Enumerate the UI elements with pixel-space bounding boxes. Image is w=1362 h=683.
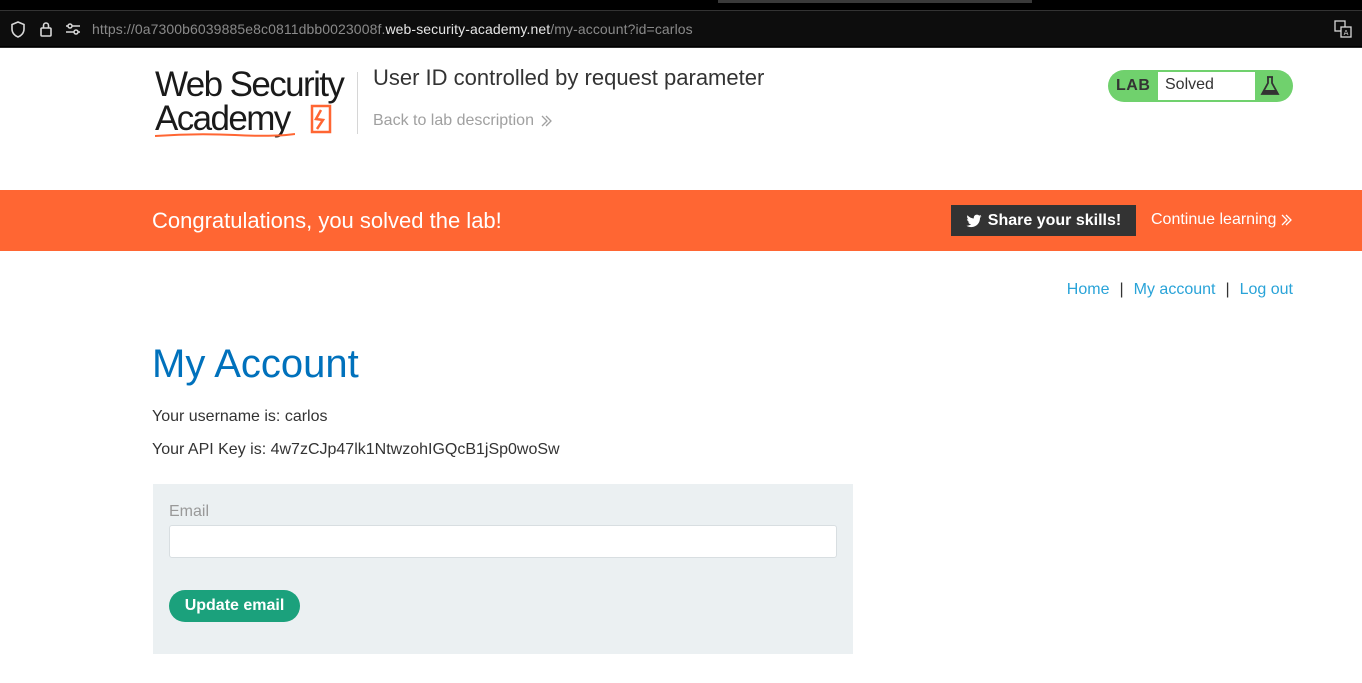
change-email-form: Email Update email [153,484,853,654]
continue-learning-link[interactable]: Continue learning [1151,211,1293,229]
api-key-text: Your API Key is: 4w7zCJp47lk1NtwzohIGQcB… [152,441,560,458]
tab-strip-edge [718,0,1032,3]
lab-title: User ID controlled by request parameter [373,65,765,90]
username-text: Your username is: carlos [152,408,328,425]
update-email-button[interactable]: Update email [169,590,300,622]
nav-separator: | [1119,281,1124,298]
svg-text:A: A [1344,29,1349,37]
nav-my-account-link[interactable]: My account [1134,281,1216,299]
logo-underline [155,133,295,137]
header-divider [357,72,358,134]
twitter-icon [966,214,982,227]
url-host: web-security-academy.net [385,21,551,37]
double-chevron-right-icon [541,115,552,127]
shield-icon[interactable] [9,20,27,38]
lab-tag: LAB [1116,77,1151,94]
back-link-label: Back to lab description [373,112,534,129]
url-text[interactable]: https://0a7300b6039885e8c0811dbb0023008f… [92,21,693,37]
translate-icon[interactable]: A [1334,20,1352,38]
site-permissions-icon[interactable] [64,20,82,38]
lab-status-text: Solved [1158,72,1255,100]
nav-home-link[interactable]: Home [1067,281,1110,299]
email-input[interactable] [169,525,837,558]
url-prefix: https://0a7300b6039885e8c0811dbb0023008f… [92,21,386,37]
back-to-lab-link[interactable]: Back to lab description [373,112,552,130]
share-skills-label: Share your skills! [987,211,1122,229]
share-skills-button[interactable]: Share your skills! [951,205,1136,236]
solved-banner: Congratulations, you solved the lab! Sha… [0,190,1362,251]
lab-status-widget: LAB Solved [1108,70,1293,102]
web-security-academy-logo[interactable]: Web Security Academy [155,67,355,139]
lab-header: Web Security Academy User ID controlled … [0,48,1362,190]
url-path: /my-account?id=carlos [550,21,693,37]
continue-learning-label: Continue learning [1151,211,1277,228]
address-bar[interactable]: https://0a7300b6039885e8c0811dbb0023008f… [0,10,1362,46]
nav-logout-link[interactable]: Log out [1240,281,1293,299]
browser-toolbar: https://0a7300b6039885e8c0811dbb0023008f… [0,0,1362,48]
page-title: My Account [152,342,359,386]
nav-separator: | [1225,281,1230,298]
logo-bolt-icon [310,104,332,134]
double-chevron-right-icon [1281,214,1293,226]
flask-icon [1260,76,1280,95]
solved-message: Congratulations, you solved the lab! [152,208,502,233]
logo-line1: Web Security [155,65,345,104]
lock-icon[interactable] [37,20,55,38]
top-nav: Home | My account | Log out [1067,281,1293,299]
email-label: Email [169,503,210,520]
